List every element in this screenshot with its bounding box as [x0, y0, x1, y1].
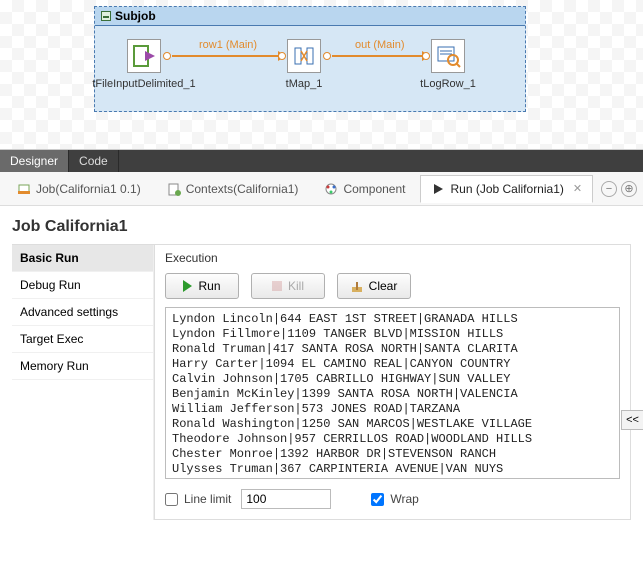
- console-output[interactable]: Lyndon Lincoln|644 EAST 1ST STREET|GRANA…: [165, 307, 620, 479]
- logrow-icon: [435, 43, 461, 69]
- output-port[interactable]: [163, 52, 171, 60]
- connection-row1[interactable]: [172, 55, 285, 57]
- node-tmap[interactable]: tMap_1: [287, 39, 321, 73]
- clear-button[interactable]: Clear: [337, 273, 411, 299]
- sidemenu-item[interactable]: Debug Run: [12, 272, 153, 299]
- console-line: Ronald Truman|417 SANTA ROSA NORTH|SANTA…: [172, 342, 613, 357]
- contexts-icon: [167, 182, 181, 196]
- wrap-label: Wrap: [390, 492, 418, 506]
- node-tfileinputdelimited[interactable]: tFileInputDelimited_1: [127, 39, 161, 73]
- tab-job[interactable]: Job(California1 0.1): [6, 175, 152, 203]
- execution-panel: Execution Run Kill Clear Lyndon Lincoln|…: [154, 245, 631, 520]
- sidemenu-item[interactable]: Memory Run: [12, 353, 153, 380]
- input-port[interactable]: [422, 52, 430, 60]
- subjob-container[interactable]: Subjob tFileInputDelimited_1 row1 (Main)…: [94, 6, 526, 112]
- run-panel: Job California1 Basic RunDebug RunAdvanc…: [0, 206, 643, 526]
- run-button[interactable]: Run: [165, 273, 239, 299]
- component-icon: [324, 182, 338, 196]
- maximize-button[interactable]: ⊕: [621, 181, 637, 197]
- subjob-title-label: Subjob: [115, 9, 156, 23]
- node-tlogrow[interactable]: tLogRow_1: [431, 39, 465, 73]
- subjob-titlebar[interactable]: Subjob: [95, 7, 525, 26]
- tab-label: Contexts(California1): [186, 182, 299, 196]
- output-port[interactable]: [323, 52, 331, 60]
- button-label: Kill: [288, 279, 304, 293]
- console-line: Benjamin McKinley|1399 SANTA ROSA NORTH|…: [172, 387, 613, 402]
- tab-run[interactable]: Run (Job California1) ✕: [420, 175, 593, 203]
- broom-icon: [351, 280, 363, 292]
- design-canvas[interactable]: Subjob tFileInputDelimited_1 row1 (Main)…: [0, 0, 643, 150]
- node-label: tFileInputDelimited_1: [92, 78, 195, 90]
- tab-code[interactable]: Code: [69, 150, 119, 172]
- tab-contexts[interactable]: Contexts(California1): [156, 175, 310, 203]
- sidemenu-item[interactable]: Advanced settings: [12, 299, 153, 326]
- console-line: Calvin Johnson|1705 CABRILLO HIGHWAY|SUN…: [172, 372, 613, 387]
- sidemenu-item[interactable]: Basic Run: [12, 245, 153, 272]
- play-icon: [183, 280, 192, 292]
- console-line: Lyndon Lincoln|644 EAST 1ST STREET|GRANA…: [172, 312, 613, 327]
- collapse-icon[interactable]: [101, 11, 111, 21]
- tab-label: Run (Job California1): [450, 182, 563, 196]
- console-line: Ronald Washington|1250 SAN MARCOS|WESTLA…: [172, 417, 613, 432]
- console-status-line: Job California1 ended at 11:42 17/07/201…: [172, 477, 613, 479]
- node-label: tLogRow_1: [420, 78, 476, 90]
- tab-label: Job(California1 0.1): [36, 182, 141, 196]
- console-line: Chester Monroe|1392 HARBOR DR|STEVENSON …: [172, 447, 613, 462]
- tmap-icon: [291, 43, 317, 69]
- job-icon: [17, 182, 31, 196]
- tab-component[interactable]: Component: [313, 175, 416, 203]
- line-limit-checkbox[interactable]: [165, 493, 178, 506]
- stop-icon: [272, 281, 282, 291]
- button-label: Clear: [369, 279, 398, 293]
- console-line: William Jefferson|573 JONES ROAD|TARZANA: [172, 402, 613, 417]
- close-icon[interactable]: ✕: [573, 182, 582, 195]
- console-line: Lyndon Fillmore|1109 TANGER BLVD|MISSION…: [172, 327, 613, 342]
- expand-handle[interactable]: <<: [621, 410, 643, 430]
- console-line: Theodore Johnson|957 CERRILLOS ROAD|WOOD…: [172, 432, 613, 447]
- file-input-icon: [131, 43, 157, 69]
- wrap-checkbox[interactable]: [371, 493, 384, 506]
- editor-tabbar: Designer Code: [0, 150, 643, 172]
- wrap-row[interactable]: Wrap: [371, 492, 418, 506]
- connection-label: row1 (Main): [199, 39, 257, 51]
- button-label: Run: [198, 279, 220, 293]
- tab-designer[interactable]: Designer: [0, 150, 69, 172]
- line-limit-row[interactable]: Line limit: [165, 492, 231, 506]
- view-tabbar: Job(California1 0.1) Contexts(California…: [0, 172, 643, 206]
- connection-out[interactable]: [332, 55, 429, 57]
- console-line: Ulysses Truman|367 CARPINTERIA AVENUE|VA…: [172, 462, 613, 477]
- console-line: Harry Carter|1094 EL CAMINO REAL|CANYON …: [172, 357, 613, 372]
- kill-button[interactable]: Kill: [251, 273, 325, 299]
- run-sidemenu: Basic RunDebug RunAdvanced settingsTarge…: [12, 245, 154, 520]
- line-limit-input[interactable]: [241, 489, 331, 509]
- input-port[interactable]: [278, 52, 286, 60]
- line-limit-label: Line limit: [184, 492, 231, 506]
- run-icon: [431, 182, 445, 196]
- connection-label: out (Main): [355, 39, 405, 51]
- execution-label: Execution: [165, 251, 620, 265]
- minimize-button[interactable]: −: [601, 181, 617, 197]
- node-label: tMap_1: [286, 78, 323, 90]
- tab-label: Component: [343, 182, 405, 196]
- sidemenu-item[interactable]: Target Exec: [12, 326, 153, 353]
- page-title: Job California1: [12, 218, 631, 236]
